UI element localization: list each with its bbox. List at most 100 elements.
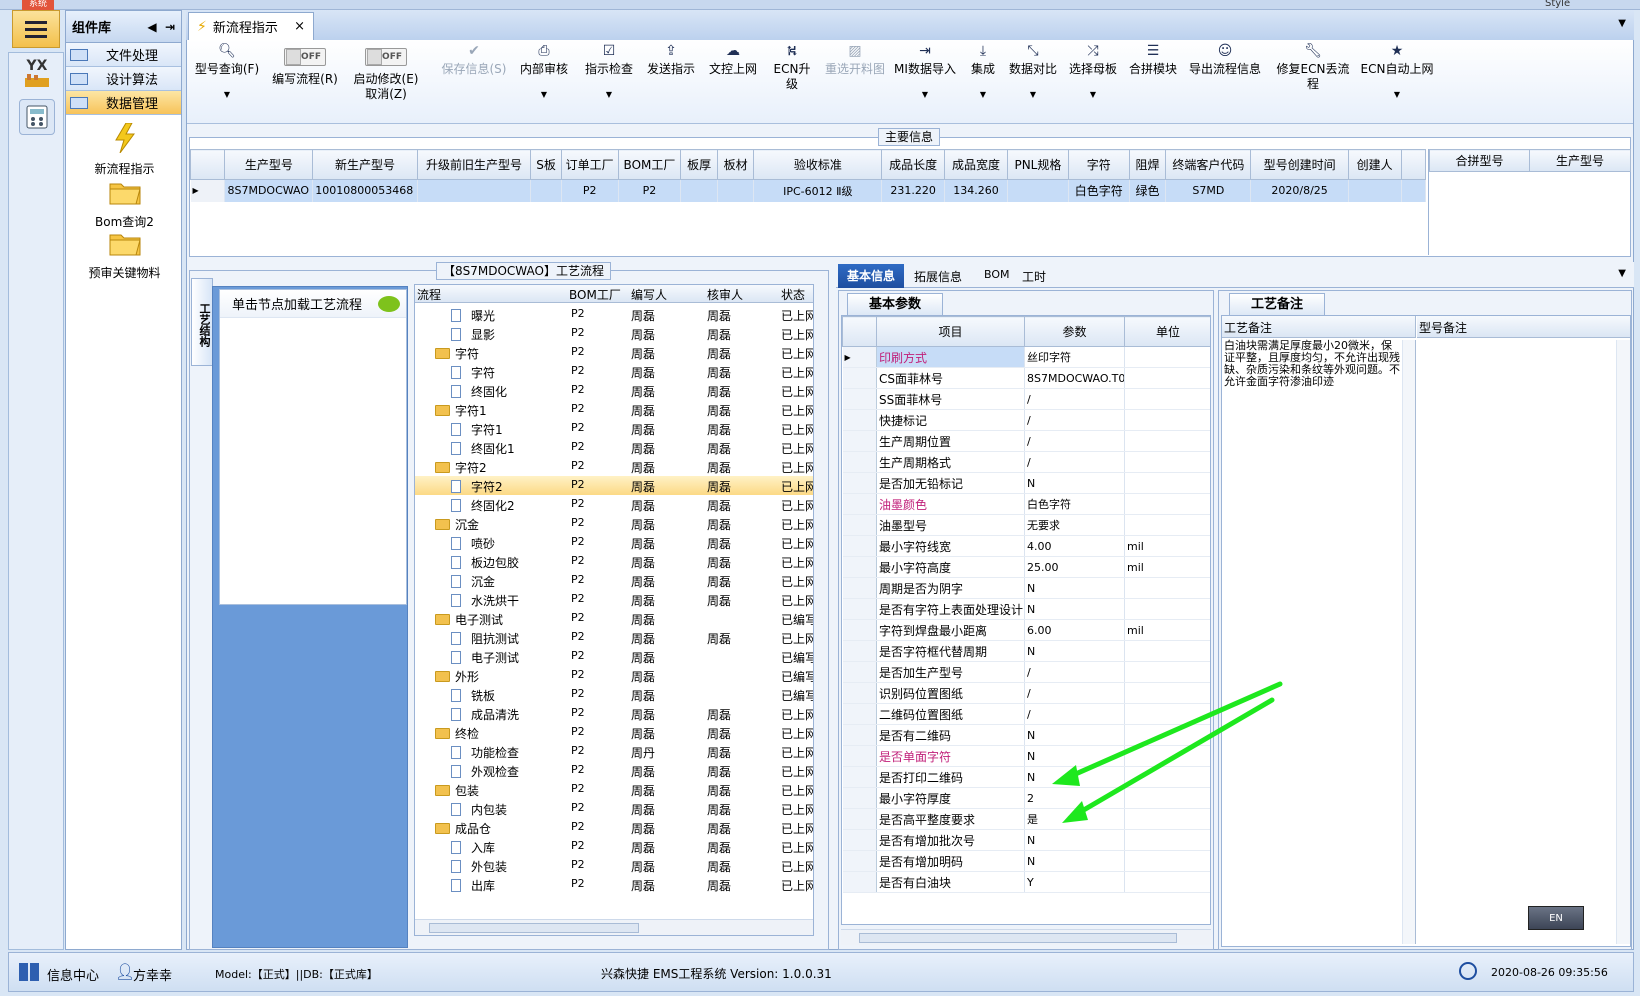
tab-list-dropdown-icon[interactable]: ▼ xyxy=(1618,18,1626,29)
ecn-auto-upload-button[interactable]: ★ ECN自动上网 ▼ xyxy=(1359,44,1435,102)
param-value[interactable]: N xyxy=(1024,598,1125,620)
param-row[interactable]: 是否加无铅标记 N xyxy=(842,472,1210,494)
tree-row[interactable]: 沉金 P2 周磊 周磊 已上网 xyxy=(415,571,813,590)
tab-basic-params[interactable]: 基本参数 xyxy=(847,293,943,315)
param-row[interactable]: 是否有字符上表面处理设计 N xyxy=(842,598,1210,620)
tree-row[interactable]: 终固化 P2 周磊 周磊 已上网 xyxy=(415,381,813,400)
param-row[interactable]: 是否有二维码 N xyxy=(842,724,1210,746)
param-value[interactable]: N xyxy=(1024,472,1125,494)
param-row[interactable]: ▶ 印刷方式 丝印字符 xyxy=(842,346,1210,368)
tab-bom[interactable]: BOM xyxy=(984,268,1010,281)
tab-work-hours[interactable]: 工时 xyxy=(1022,268,1046,285)
tree-row[interactable]: 喷砂 P2 周磊 周磊 已上网 xyxy=(415,533,813,552)
param-value[interactable]: 丝印字符 xyxy=(1024,346,1125,368)
param-row[interactable]: 最小字符高度 25.00 mil xyxy=(842,556,1210,578)
param-value[interactable]: / xyxy=(1024,409,1125,431)
tree-row[interactable]: 功能检查 P2 周丹 周磊 已上网 xyxy=(415,742,813,761)
chevron-down-icon[interactable]: ▼ xyxy=(1618,268,1626,279)
main-menu-button[interactable] xyxy=(12,10,60,48)
param-row[interactable]: SS面菲林号 / xyxy=(842,388,1210,410)
param-value[interactable]: Y xyxy=(1024,871,1125,893)
param-value[interactable]: / xyxy=(1024,661,1125,683)
close-icon[interactable]: × xyxy=(294,19,305,34)
mi-import-button[interactable]: ⇥ MI数据导入 ▼ xyxy=(893,44,957,102)
tree-row[interactable]: 字符 P2 周磊 周磊 已上网 xyxy=(415,343,813,362)
ecn-upgrade-button[interactable]: ⛕ ECN升级 xyxy=(769,44,815,92)
param-row[interactable]: 是否有白油块 Y xyxy=(842,871,1210,893)
tree-row[interactable]: 包装 P2 周磊 周磊 已上网 xyxy=(415,780,813,799)
tree-row[interactable]: 字符2 P2 周磊 周磊 已上网 xyxy=(415,457,813,476)
param-value[interactable]: / xyxy=(1024,451,1125,473)
tree-row[interactable]: 显影 P2 周磊 周磊 已上网 xyxy=(415,324,813,343)
param-row[interactable]: 是否打印二维码 N xyxy=(842,766,1210,788)
param-row[interactable]: 生产周期格式 / xyxy=(842,451,1210,473)
param-value[interactable]: N xyxy=(1024,745,1125,767)
instruction-check-button[interactable]: ☑ 指示检查 ▼ xyxy=(583,44,635,102)
tree-row[interactable]: 铣板 P2 周磊 已编写 xyxy=(415,685,813,704)
fix-ecn-button[interactable]: 🔧︎ 修复ECN丢流程 xyxy=(1271,44,1355,92)
param-row[interactable]: 生产周期位置 / xyxy=(842,430,1210,452)
info-center-link[interactable]: 信息中心 xyxy=(47,965,99,984)
param-value[interactable]: 6.00 xyxy=(1024,619,1125,641)
param-row[interactable]: 是否有增加明码 N xyxy=(842,850,1210,872)
tree-row[interactable]: 外观检查 P2 周磊 周磊 已上网 xyxy=(415,761,813,780)
process-remark-text[interactable]: 白油块需满足厚度最小20微米，保证平整，且厚度均匀，不允许出现残缺、杂质污染和条… xyxy=(1224,340,1402,388)
tree-row[interactable]: 外包装 P2 周磊 周磊 已上网 xyxy=(415,856,813,875)
tree-row[interactable]: 电子测试 P2 周磊 已编写 xyxy=(415,647,813,666)
param-value[interactable]: N xyxy=(1024,577,1125,599)
tab-process-remarks[interactable]: 工艺备注 xyxy=(1229,293,1325,315)
param-value[interactable]: 2 xyxy=(1024,787,1125,809)
param-value[interactable]: 25.00 xyxy=(1024,556,1125,578)
table-row[interactable]: ▶ 8S7MDOCWAO 10010800053468 P2 P2 IPC-6012… xyxy=(190,179,1426,202)
tree-row[interactable]: 成品清洗 P2 周磊 周磊 已上网 xyxy=(415,704,813,723)
preaudit-material-item[interactable]: 预审关键物料 xyxy=(66,227,183,281)
param-row[interactable]: 二维码位置图纸 / xyxy=(842,703,1210,725)
new-flow-instruction-item[interactable]: 新流程指示 xyxy=(66,122,183,177)
param-row[interactable]: 油墨颜色 白色字符 xyxy=(842,493,1210,515)
tree-row[interactable]: 内包装 P2 周磊 周磊 已上网 xyxy=(415,799,813,818)
ime-indicator[interactable]: EN xyxy=(1528,906,1584,930)
tree-row[interactable]: 入库 P2 周磊 周磊 已上网 xyxy=(415,837,813,856)
param-value[interactable]: N xyxy=(1024,640,1125,662)
start-modify-toggle[interactable]: OFF 启动修改(E) 取消(Z) xyxy=(351,42,421,102)
send-instruction-button[interactable]: ⇪ 发送指示 xyxy=(645,44,697,77)
param-value[interactable]: 是 xyxy=(1024,808,1125,830)
tree-row[interactable]: 终固化1 P2 周磊 周磊 已上网 xyxy=(415,438,813,457)
tree-row[interactable]: 出库 P2 周磊 周磊 已上网 xyxy=(415,875,813,894)
data-compare-button[interactable]: ⤡ 数据对比 ▼ xyxy=(1007,44,1059,102)
factory-icon[interactable]: YX xyxy=(19,55,55,91)
param-row[interactable]: 是否有增加批次号 N xyxy=(842,829,1210,851)
calculator-icon[interactable] xyxy=(19,99,55,135)
tree-row[interactable]: 外形 P2 周磊 已编写 xyxy=(415,666,813,685)
tree-row[interactable]: 终检 P2 周磊 周磊 已上网 xyxy=(415,723,813,742)
horizontal-scrollbar[interactable] xyxy=(415,919,813,935)
param-row[interactable]: 最小字符线宽 4.00 mil xyxy=(842,535,1210,557)
tree-row[interactable]: 电子测试 P2 周磊 已编写 xyxy=(415,609,813,628)
tree-row[interactable]: 曝光 P2 周磊 周磊 已上网 xyxy=(415,305,813,324)
param-value[interactable]: 8S7MDOCWAO.T01 xyxy=(1024,367,1125,389)
bom-query-item[interactable]: Bom查询2 xyxy=(66,176,183,230)
param-value[interactable]: 无要求 xyxy=(1024,514,1125,536)
type-query-button[interactable]: 🔍︎ 型号查询(F) ▼ xyxy=(193,44,261,102)
param-value[interactable]: 4.00 xyxy=(1024,535,1125,557)
param-value[interactable]: 白色字符 xyxy=(1024,493,1125,515)
write-flow-toggle[interactable]: OFF 编写流程(R) xyxy=(269,42,341,87)
tree-row[interactable]: 板边包胶 P2 周磊 周磊 已上网 xyxy=(415,552,813,571)
param-row[interactable]: 识别码位置图纸 / xyxy=(842,682,1210,704)
export-flow-button[interactable]: ☺ 导出流程信息 xyxy=(1187,44,1263,77)
tree-row[interactable]: 阻抗测试 P2 周磊 周磊 已上网 xyxy=(415,628,813,647)
reselect-drawing-button[interactable]: ▨ 重选开料图 xyxy=(823,44,887,77)
select-master-button[interactable]: ⤮ 选择母板 ▼ xyxy=(1067,44,1119,102)
integrate-button[interactable]: ⤓ 集成 ▼ xyxy=(965,44,1001,102)
save-info-button[interactable]: ✔ 保存信息(S) xyxy=(439,44,509,77)
param-value[interactable]: / xyxy=(1024,682,1125,704)
comp-item-data-management[interactable]: 数据管理 xyxy=(66,91,181,115)
param-value[interactable]: N xyxy=(1024,829,1125,851)
tab-new-flow-instruction[interactable]: ⚡ 新流程指示 × xyxy=(188,12,314,40)
param-row[interactable]: CS面菲林号 8S7MDOCWAO.T01 xyxy=(842,367,1210,389)
param-row[interactable]: 是否加生产型号 / xyxy=(842,661,1210,683)
param-value[interactable]: / xyxy=(1024,430,1125,452)
tab-basic-info[interactable]: 基本信息 xyxy=(838,264,904,288)
tree-row[interactable]: 字符1 P2 周磊 周磊 已上网 xyxy=(415,419,813,438)
comp-item-file-processing[interactable]: 文件处理 xyxy=(66,43,181,67)
